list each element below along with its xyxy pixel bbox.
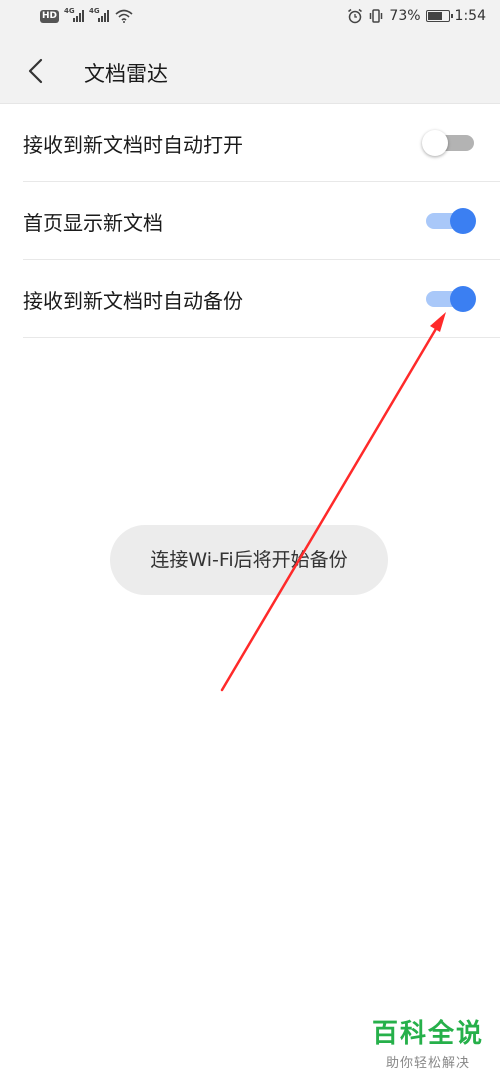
show-on-home-toggle[interactable] — [422, 206, 478, 236]
back-button[interactable] — [20, 54, 52, 88]
signal-icon: 4G — [89, 7, 110, 22]
setting-row-show-on-home: 首页显示新文档 — [23, 182, 500, 260]
setting-row-auto-backup: 接收到新文档时自动备份 — [23, 260, 500, 338]
setting-label: 首页显示新文档 — [23, 211, 163, 235]
screen: HD 4G 4G 73% 1:54 文档雷达 接收到新文档时自动打开 首页显示新… — [0, 0, 500, 1083]
auto-open-toggle[interactable] — [422, 128, 478, 158]
battery-fill — [427, 12, 442, 20]
status-right: 73% 1:54 — [347, 8, 486, 24]
status-left: HD 4G 4G — [40, 7, 133, 23]
wifi-icon — [115, 9, 133, 23]
battery-icon — [425, 10, 453, 22]
chevron-left-icon — [28, 58, 43, 84]
alarm-icon — [348, 8, 363, 24]
clock: 1:54 — [454, 8, 486, 24]
hd-badge: HD — [40, 9, 60, 23]
settings-list: 接收到新文档时自动打开 首页显示新文档 接收到新文档时自动备份 — [0, 104, 500, 338]
setting-label: 接收到新文档时自动备份 — [23, 289, 243, 313]
toast-message: 连接Wi-Fi后将开始备份 — [110, 525, 388, 595]
setting-row-auto-open: 接收到新文档时自动打开 — [23, 104, 500, 182]
network-type-label: 4G — [89, 7, 100, 15]
battery-percent: 73% — [389, 8, 421, 24]
watermark-subtitle: 助你轻松解决 — [385, 1056, 470, 1071]
auto-backup-toggle[interactable] — [422, 284, 478, 314]
toggle-thumb — [450, 208, 476, 234]
watermark-title: 百科全说 — [371, 1019, 484, 1049]
watermark-logo: 百科全说 助你轻松解决 — [372, 1013, 484, 1071]
signal-icon: 4G — [64, 7, 85, 22]
toggle-thumb — [422, 130, 448, 156]
page-title: 文档雷达 — [84, 62, 168, 86]
network-type-label: 4G — [64, 7, 75, 15]
toggle-thumb — [450, 286, 476, 312]
setting-label: 接收到新文档时自动打开 — [23, 133, 243, 157]
app-header: 文档雷达 — [0, 38, 500, 104]
status-bar: HD 4G 4G 73% 1:54 — [0, 0, 500, 38]
vibrate-icon — [370, 9, 383, 23]
